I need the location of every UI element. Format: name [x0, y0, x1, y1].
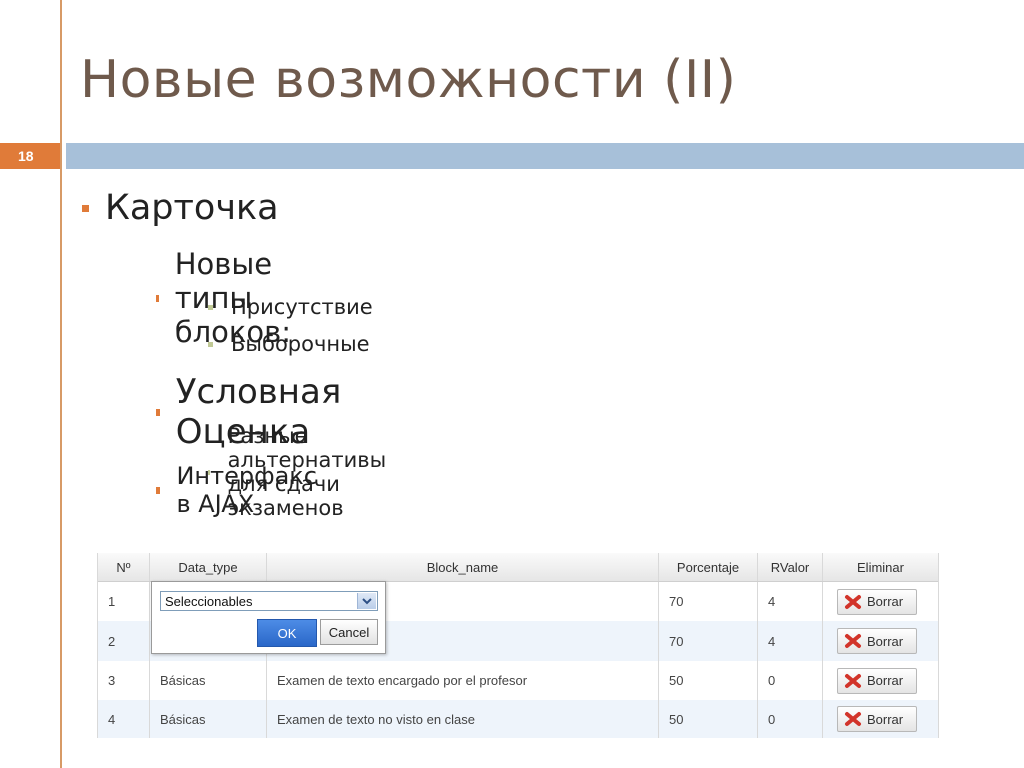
- column-header-rvalor[interactable]: RValor: [758, 553, 823, 581]
- bullet-square-icon: [156, 408, 160, 416]
- slide-number: 18: [0, 143, 60, 169]
- cell-number: 4: [98, 700, 150, 738]
- delete-button[interactable]: Borrar: [837, 706, 917, 732]
- bullet-text: Карточка: [105, 188, 279, 228]
- data-type-select[interactable]: Seleccionables: [160, 591, 378, 611]
- cell-data-type[interactable]: Básicas: [150, 661, 267, 700]
- bullet-square-icon: [156, 486, 161, 494]
- cell-rvalor[interactable]: 0: [758, 700, 823, 738]
- red-x-icon: [845, 634, 861, 648]
- cell-number: 2: [98, 621, 150, 661]
- data-type-select-value: Seleccionables: [165, 593, 253, 609]
- slide-title: Новые возможности (II): [80, 50, 737, 110]
- delete-button[interactable]: Borrar: [837, 667, 917, 694]
- cell-delete: Borrar: [823, 700, 938, 738]
- red-x-icon: [845, 712, 861, 726]
- cell-delete: Borrar: [823, 661, 938, 700]
- grid-header: Nº Data_type Block_name Porcentaje RValo…: [98, 553, 938, 582]
- red-x-icon: [845, 594, 861, 609]
- header-band: [66, 143, 1024, 169]
- bullet-square-icon: [156, 294, 159, 302]
- delete-label: Borrar: [867, 711, 904, 727]
- cell-rvalor[interactable]: 4: [758, 582, 823, 621]
- bullet-text: Интерфакс в AJAX: [176, 462, 317, 518]
- red-x-icon: [845, 673, 861, 688]
- chevron-down-icon[interactable]: [357, 593, 376, 609]
- bullet-text: Присутствие: [231, 295, 373, 319]
- bullet-level2: Интерфакс в AJAX: [156, 462, 320, 518]
- left-accent-rule: [60, 0, 62, 768]
- delete-button[interactable]: Borrar: [837, 588, 917, 615]
- delete-label: Borrar: [867, 594, 904, 609]
- cell-rvalor[interactable]: 0: [758, 661, 823, 700]
- delete-label: Borrar: [867, 633, 904, 649]
- delete-label: Borrar: [867, 673, 904, 688]
- cell-percentage[interactable]: 70: [659, 621, 758, 661]
- column-header-block-name[interactable]: Block_name: [267, 553, 659, 581]
- column-header-delete: Eliminar: [857, 559, 904, 575]
- cell-delete: Borrar: [823, 621, 938, 661]
- table-row[interactable]: 4 Básicas Examen de texto no visto en cl…: [98, 700, 938, 738]
- cell-number: 1: [98, 582, 150, 621]
- bullet-square-icon: [208, 304, 213, 310]
- bullet-square-icon: [208, 341, 213, 347]
- cell-block-name[interactable]: Examen de texto encargado por el profeso…: [267, 661, 659, 700]
- table-row[interactable]: 3 Básicas Examen de texto encargado por …: [98, 661, 938, 700]
- cell-number: 3: [98, 661, 150, 700]
- cell-delete: Borrar: [823, 582, 938, 621]
- data-type-editor-popup: Seleccionables OK Cancel: [151, 581, 386, 654]
- cell-data-type[interactable]: Básicas: [150, 700, 267, 738]
- column-header-percentage[interactable]: Porcentaje: [659, 553, 758, 581]
- cell-block-name[interactable]: Examen de texto no visto en clase: [267, 700, 659, 738]
- cell-percentage[interactable]: 50: [659, 700, 758, 738]
- column-header-number[interactable]: Nº: [98, 553, 150, 581]
- bullet-text: Выборочные: [231, 332, 370, 356]
- delete-button[interactable]: Borrar: [837, 628, 917, 654]
- cell-percentage[interactable]: 70: [659, 582, 758, 621]
- bullet-level1: Карточка: [82, 188, 279, 228]
- bullet-level3: Выборочные: [208, 332, 370, 356]
- cancel-button[interactable]: Cancel: [320, 619, 378, 645]
- column-header-data-type[interactable]: Data_type: [150, 553, 267, 581]
- ok-button[interactable]: OK: [257, 619, 317, 647]
- cell-percentage[interactable]: 50: [659, 661, 758, 700]
- bullet-square-icon: [82, 204, 89, 212]
- bullet-level3: Присутствие: [208, 295, 373, 319]
- cell-rvalor[interactable]: 4: [758, 621, 823, 661]
